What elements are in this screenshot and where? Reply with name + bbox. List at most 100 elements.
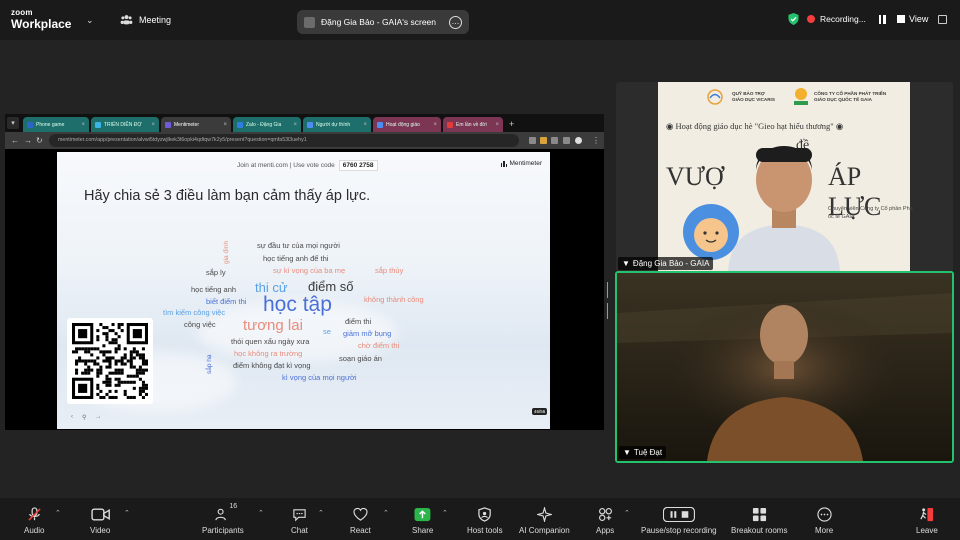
host-tools-button[interactable]: Host tools [467, 506, 503, 535]
back-icon[interactable]: ← [11, 136, 19, 145]
word-cloud-item: sự kì vọng của ba mẹ [273, 266, 346, 275]
browser-tab[interactable]: Phone game × [23, 117, 89, 132]
more-label: More [815, 526, 834, 535]
tab-label: Phone game [36, 121, 65, 128]
tab-label: Hoạt động giáo [386, 121, 420, 128]
tab-label: TRIỂN DIỄN ĐỢ [104, 121, 142, 128]
video-button[interactable]: Video [90, 506, 110, 535]
video-tile-dang-gia-bao[interactable]: QUỸ BẢO TRỢ GIÁO DỤC VICARIS CÔNG TY CỔ … [616, 82, 953, 272]
address-bar: ← → ↻ mentimeter.com/app/presentation/al… [5, 132, 604, 149]
browser-tab[interactable]: Hoạt động giáo × [373, 117, 441, 132]
close-icon[interactable]: × [363, 122, 367, 128]
recording-indicator: Recording... [788, 13, 905, 25]
tab-favicon-icon [27, 121, 33, 128]
fullscreen-icon[interactable] [938, 14, 948, 24]
chevron-up-icon[interactable]: ⌃ [258, 509, 264, 517]
slide-question: Hãy chia sẻ 3 điều làm bạn cảm thấy áp l… [84, 188, 371, 204]
word-cloud-item: se [323, 327, 331, 336]
url-input[interactable]: mentimeter.com/app/presentation/alvwi5td… [49, 134, 519, 147]
chevron-down-icon[interactable]: ⌄ [86, 15, 94, 26]
resize-handle[interactable] [607, 282, 610, 319]
more-button[interactable]: More [815, 506, 833, 535]
qr-code [67, 318, 153, 404]
ai-companion-label: AI Companion [519, 526, 570, 535]
zoom-window: zoom Workplace ⌄ Meeting Đặng Gia Bảo - … [0, 0, 960, 540]
chevron-up-icon[interactable]: ⌃ [624, 509, 630, 517]
word-cloud-item: tương lai [243, 317, 303, 334]
audio-button[interactable]: Audio [24, 506, 44, 535]
chat-button[interactable]: Chat [291, 506, 308, 535]
browser-tab[interactable]: Người dự thính × [303, 117, 371, 132]
extension-icon[interactable] [529, 137, 536, 144]
close-icon[interactable]: × [223, 122, 227, 128]
meeting-info[interactable]: Meeting [120, 13, 171, 26]
join-instructions: Join at menti.com | Use vote code 6760 2… [237, 160, 378, 171]
react-button[interactable]: React [350, 506, 371, 535]
chevron-up-icon[interactable]: ⌃ [383, 509, 389, 517]
leave-button[interactable]: Leave [916, 506, 938, 535]
page-indicator: 46/56 [532, 408, 548, 415]
word-cloud-item: điểm không đạt kì vọng [233, 361, 311, 370]
slide-controls: ‹ ⚲ → [71, 414, 101, 421]
share-button[interactable]: Share [412, 506, 433, 535]
reload-icon[interactable]: ↻ [36, 136, 43, 145]
close-icon[interactable]: × [495, 122, 499, 128]
more-options-icon[interactable]: … [449, 15, 462, 29]
word-cloud-item: gia đình [223, 240, 230, 264]
more-icon [816, 507, 832, 522]
word-cloud-item: chờ điểm thi [358, 341, 400, 350]
pause-stop-recording-button[interactable]: Pause/stop recording [641, 506, 717, 535]
qr-code-image [72, 323, 148, 399]
extension-icon[interactable] [551, 137, 558, 144]
sparkle-icon [536, 507, 552, 522]
extension-icon[interactable] [540, 137, 547, 144]
browser-menu-icon[interactable]: ⋮ [592, 136, 600, 145]
forward-icon[interactable]: → [24, 136, 32, 145]
browser-tab[interactable]: TRIỂN DIỄN ĐỢ × [91, 117, 159, 132]
ai-companion-button[interactable]: AI Companion [519, 506, 570, 535]
chevron-up-icon[interactable]: ⌃ [442, 509, 448, 517]
react-label: React [350, 526, 371, 535]
shield-icon[interactable] [788, 13, 799, 25]
chevron-left-icon[interactable]: ‹ [71, 414, 73, 421]
vote-code: 6760 2758 [338, 160, 378, 171]
close-icon[interactable]: × [293, 122, 297, 128]
browser-tab[interactable]: Zalo - Đặng Gia × [233, 117, 301, 132]
participants-icon [215, 508, 227, 521]
join-text: Join at menti.com | Use vote code [237, 162, 335, 169]
chevron-up-icon[interactable]: ⌃ [124, 509, 130, 517]
pause-icon[interactable] [878, 14, 886, 24]
extension-icon[interactable] [563, 137, 570, 144]
zoom-logo[interactable]: zoom Workplace [11, 9, 71, 31]
close-icon[interactable]: × [433, 122, 437, 128]
apps-button[interactable]: Apps [596, 506, 614, 535]
word-cloud-item: sự đầu tư của mọi người [257, 241, 340, 250]
close-icon[interactable]: × [81, 122, 85, 128]
close-icon[interactable]: × [151, 122, 155, 128]
tab-search-icon[interactable]: ▾ [7, 117, 19, 129]
browser-tab[interactable]: Em lần về đời × [443, 117, 503, 132]
view-menu[interactable]: View [909, 14, 948, 24]
tab-favicon-icon [165, 121, 171, 128]
arrow-right-icon[interactable]: → [95, 414, 101, 421]
audio-label: Audio [24, 526, 45, 535]
breakout-rooms-button[interactable]: Breakout rooms [731, 506, 787, 535]
profile-avatar-icon[interactable] [575, 137, 582, 144]
participant-figure [728, 146, 840, 272]
new-tab-icon[interactable]: + [509, 119, 514, 129]
word-cloud-item: học tiếng anh để thi [263, 254, 329, 263]
pin-icon[interactable]: ⚲ [82, 414, 86, 421]
chevron-up-icon[interactable]: ⌃ [318, 509, 324, 517]
brand-label: Mentimeter [509, 160, 542, 167]
chevron-up-icon[interactable]: ⌃ [55, 509, 61, 517]
word-cloud-item: sắp ly [206, 268, 226, 277]
participants-button[interactable]: 16 Participants [202, 503, 244, 535]
browser-tab-active[interactable]: Mentimeter × [161, 117, 231, 132]
word-cloud-item: học tiếng anh [191, 285, 237, 294]
screen-share-indicator[interactable]: Đặng Gia Bảo - GAIA's screen … [297, 10, 469, 34]
stop-icon[interactable] [896, 15, 905, 23]
video-tile-tue-dat[interactable]: ▼ Tuệ Đạt [615, 271, 954, 463]
word-cloud-item: biết điểm thi [206, 297, 247, 306]
browser-tab-bar: ▾ Phone game × TRIỂN DIỄN ĐỢ × Mentimeter ×… [5, 114, 604, 132]
meeting-label: Meeting [139, 14, 172, 25]
